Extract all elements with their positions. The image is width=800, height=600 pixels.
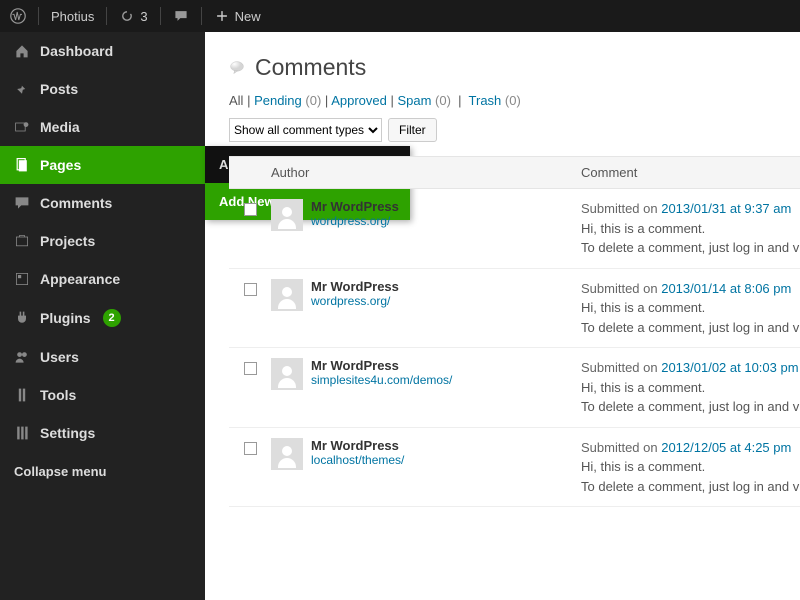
page-header: Comments: [229, 54, 800, 81]
comment-row: Mr WordPresswordpress.org/Submitted on 2…: [229, 189, 800, 269]
filter-controls: Show all comment types Filter: [229, 118, 800, 142]
projects-icon: [14, 233, 30, 249]
avatar: [271, 358, 303, 390]
avatar: [271, 438, 303, 470]
sidebar-item-label: Pages: [40, 157, 81, 173]
sidebar-item-settings[interactable]: Settings: [0, 414, 205, 452]
author-url[interactable]: wordpress.org/: [311, 294, 399, 308]
comment-row: Mr WordPresssimplesites4u.com/demos/Subm…: [229, 348, 800, 428]
col-comment[interactable]: Comment: [581, 157, 637, 188]
sidebar-item-pages[interactable]: PagesAll PagesAdd New: [0, 146, 205, 184]
comment-meta: Submitted on 2013/01/14 at 8:06 pm: [581, 279, 800, 299]
sidebar-item-label: Plugins: [40, 310, 91, 326]
filter-spam[interactable]: Spam: [397, 93, 431, 108]
appearance-icon: [14, 271, 30, 287]
new-content-link[interactable]: New: [204, 0, 271, 32]
comment-row: Mr WordPresslocalhost/themes/Submitted o…: [229, 428, 800, 508]
comment-body: Hi, this is a comment.To delete a commen…: [581, 378, 800, 417]
sidebar-item-dashboard[interactable]: Dashboard: [0, 32, 205, 70]
comment-row: Mr WordPresswordpress.org/Submitted on 2…: [229, 269, 800, 349]
sidebar-item-users[interactable]: Users: [0, 338, 205, 376]
sidebar-item-label: Settings: [40, 425, 95, 441]
avatar: [271, 279, 303, 311]
wp-logo[interactable]: [0, 0, 36, 32]
users-icon: [14, 349, 30, 365]
sidebar-item-projects[interactable]: Projects: [0, 222, 205, 260]
settings-icon: [14, 425, 30, 441]
comment-date-link[interactable]: 2013/01/02 at 10:03 pm: [661, 360, 798, 375]
comments-table-body: Mr WordPresswordpress.org/Submitted on 2…: [229, 189, 800, 507]
sidebar-item-posts[interactable]: Posts: [0, 70, 205, 108]
author-url[interactable]: simplesites4u.com/demos/: [311, 373, 452, 387]
comment-meta: Submitted on 2012/12/05 at 4:25 pm: [581, 438, 800, 458]
comment-body: Hi, this is a comment.To delete a commen…: [581, 219, 800, 258]
sidebar-item-label: Media: [40, 119, 80, 135]
filter-button[interactable]: Filter: [388, 118, 437, 142]
filter-pending[interactable]: Pending: [254, 93, 302, 108]
row-checkbox[interactable]: [244, 203, 257, 216]
comment-date-link[interactable]: 2012/12/05 at 4:25 pm: [661, 440, 791, 455]
admin-sidebar: Dashboard Posts Media PagesAll PagesAdd New…: [0, 32, 205, 600]
sidebar-item-label: Projects: [40, 233, 95, 249]
row-checkbox[interactable]: [244, 283, 257, 296]
comment-meta: Submitted on 2013/01/31 at 9:37 am: [581, 199, 800, 219]
topbar-comments-link[interactable]: [163, 0, 199, 32]
sidebar-item-label: Appearance: [40, 271, 120, 287]
comment-icon: [173, 8, 189, 24]
collapse-menu[interactable]: Collapse menu: [0, 452, 205, 491]
author-name: Mr WordPress: [311, 279, 399, 294]
avatar: [271, 199, 303, 231]
comment-body: Hi, this is a comment.To delete a commen…: [581, 457, 800, 496]
site-name: Photius: [51, 9, 94, 24]
page-title: Comments: [255, 54, 366, 81]
author-url[interactable]: wordpress.org/: [311, 214, 399, 228]
author-name: Mr WordPress: [311, 438, 399, 453]
row-checkbox[interactable]: [244, 362, 257, 375]
author-name: Mr WordPress: [311, 358, 399, 373]
comments-bubble-icon: [229, 60, 245, 76]
author-name: Mr WordPress: [311, 199, 399, 214]
admin-top-bar: Photius 3 New: [0, 0, 800, 32]
status-filters: All | Pending (0) | Approved | Spam (0) …: [229, 93, 800, 108]
new-label: New: [235, 9, 261, 24]
sidebar-item-label: Posts: [40, 81, 78, 97]
dashboard-icon: [14, 43, 30, 59]
site-name-link[interactable]: Photius: [41, 0, 104, 32]
pages-icon: [14, 157, 30, 173]
row-checkbox[interactable]: [244, 442, 257, 455]
sidebar-item-label: Users: [40, 349, 79, 365]
refresh-icon: [119, 8, 135, 24]
filter-trash[interactable]: Trash: [469, 93, 502, 108]
author-url[interactable]: localhost/themes/: [311, 453, 404, 467]
main-content: Comments All | Pending (0) | Approved | …: [205, 32, 800, 600]
col-author[interactable]: Author: [271, 157, 581, 188]
comment-meta: Submitted on 2013/01/02 at 10:03 pm: [581, 358, 800, 378]
sidebar-item-plugins[interactable]: Plugins 2: [0, 298, 205, 338]
tools-icon: [14, 387, 30, 403]
badge: 2: [103, 309, 121, 327]
sidebar-item-appearance[interactable]: Appearance: [0, 260, 205, 298]
filter-approved[interactable]: Approved: [331, 93, 387, 108]
sidebar-item-label: Comments: [40, 195, 112, 211]
filter-all[interactable]: All: [229, 93, 243, 108]
column-headers: Author Comment: [229, 156, 800, 189]
comment-icon: [14, 195, 30, 211]
sidebar-item-label: Dashboard: [40, 43, 113, 59]
sidebar-item-tools[interactable]: Tools: [0, 376, 205, 414]
sidebar-item-label: Tools: [40, 387, 76, 403]
sidebar-item-comments[interactable]: Comments: [0, 184, 205, 222]
comment-date-link[interactable]: 2013/01/14 at 8:06 pm: [661, 281, 791, 296]
wordpress-icon: [10, 8, 26, 24]
comment-types-select[interactable]: Show all comment types: [229, 118, 382, 142]
plugins-icon: [14, 310, 30, 326]
sidebar-item-media[interactable]: Media: [0, 108, 205, 146]
updates-link[interactable]: 3: [109, 0, 157, 32]
plus-icon: [214, 8, 230, 24]
media-icon: [14, 119, 30, 135]
comment-body: Hi, this is a comment.To delete a commen…: [581, 298, 800, 337]
pin-icon: [14, 81, 30, 97]
comment-date-link[interactable]: 2013/01/31 at 9:37 am: [661, 201, 791, 216]
updates-count: 3: [140, 9, 147, 24]
